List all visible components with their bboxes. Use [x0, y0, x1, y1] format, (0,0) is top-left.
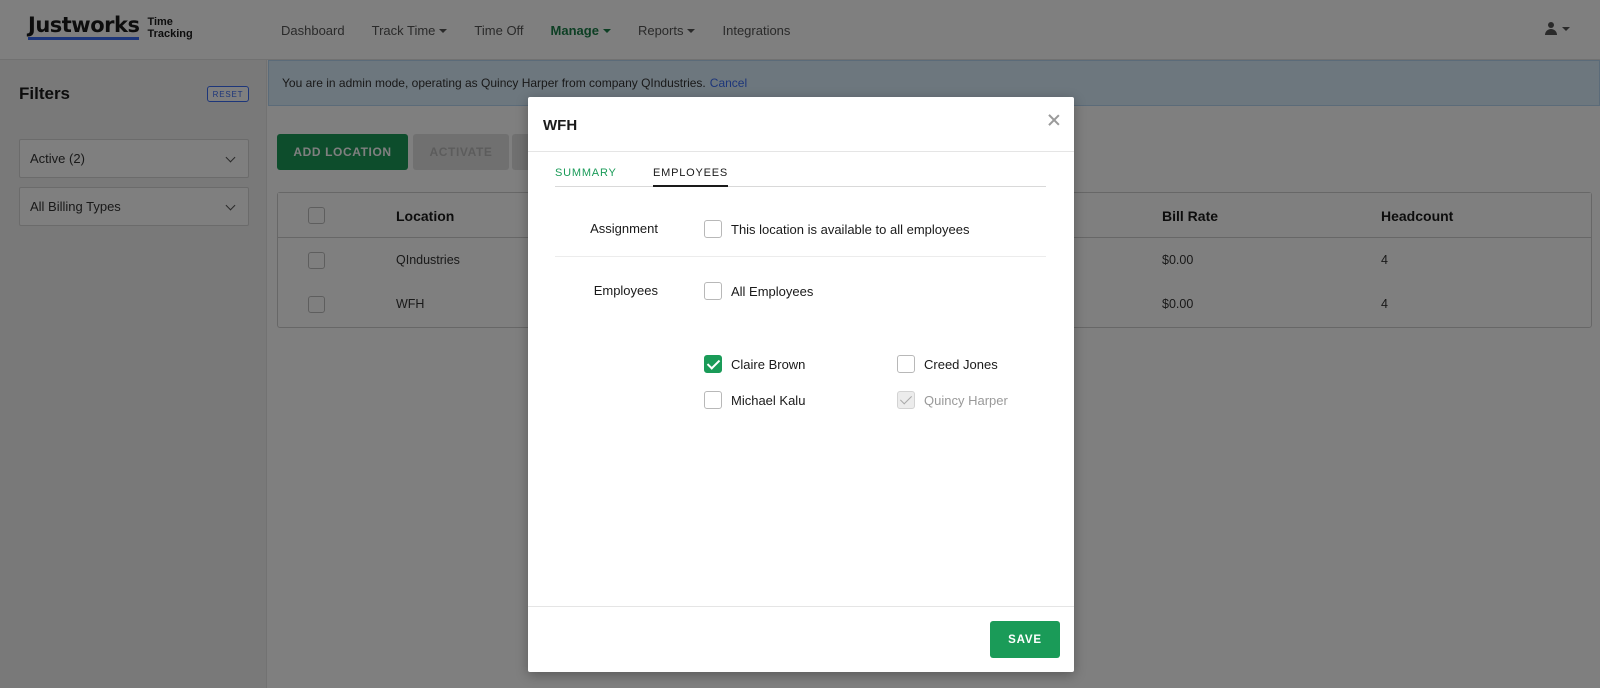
employee-checkbox-claire-brown[interactable] [704, 355, 722, 373]
modal-footer-divider [528, 606, 1074, 607]
employee-checkbox-creed-jones[interactable] [897, 355, 915, 373]
tab-employees[interactable]: EMPLOYEES [653, 167, 729, 187]
modal-title: WFH [543, 117, 578, 134]
all-employees-checkbox[interactable] [704, 282, 722, 300]
tab-summary[interactable]: SUMMARY [555, 167, 617, 187]
all-employees-label[interactable]: All Employees [731, 284, 813, 299]
employee-label: Quincy Harper [924, 393, 1008, 408]
available-to-all-label[interactable]: This location is available to all employ… [731, 222, 969, 237]
employee-checkbox-quincy-harper [897, 391, 915, 409]
divider [555, 256, 1046, 257]
location-modal: WFH SUMMARY EMPLOYEES Assignment This lo… [528, 97, 1074, 672]
modal-tabs: SUMMARY EMPLOYEES [555, 167, 1046, 187]
available-to-all-checkbox[interactable] [704, 220, 722, 238]
save-button[interactable]: SAVE [990, 621, 1060, 658]
employee-checkbox-michael-kalu[interactable] [704, 391, 722, 409]
employee-label[interactable]: Claire Brown [731, 357, 805, 372]
employee-label[interactable]: Michael Kalu [731, 393, 805, 408]
modal-header: WFH [528, 97, 1074, 152]
assignment-label: Assignment [590, 221, 658, 236]
employees-label: Employees [593, 283, 658, 298]
employee-label[interactable]: Creed Jones [924, 357, 998, 372]
close-icon[interactable] [1048, 114, 1060, 126]
